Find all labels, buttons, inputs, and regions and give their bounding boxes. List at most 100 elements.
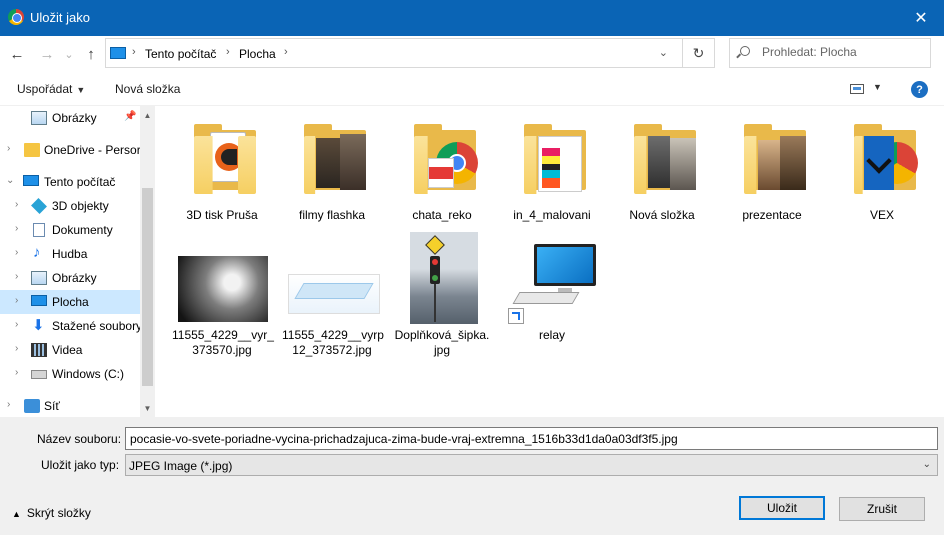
folder-icon (524, 122, 588, 194)
image-file-item[interactable]: 11555_4229__vyr_ 373570.jpg (172, 230, 274, 370)
search-icon (740, 46, 750, 56)
organize-button[interactable]: Uspořádat ▼ (17, 82, 85, 96)
file-name: 11555_4229__vyr_ 373570.jpg (172, 328, 274, 357)
file-name: filmy flashka (298, 208, 366, 222)
file-name: 11555_4229__vyrp 12_373572.jpg (282, 328, 384, 357)
address-bar[interactable]: › Tento počítač › Plocha › ⌄ ↻ (105, 38, 715, 68)
navigation-bar: ← → ⌄ ↑ › Tento počítač › Plocha › ⌄ ↻ (0, 36, 944, 72)
chevron-right-icon[interactable]: › (15, 199, 18, 210)
folder-item[interactable]: chata_reko (392, 110, 492, 230)
file-type-select[interactable]: JPEG Image (*.jpg) ⌄ (125, 454, 938, 476)
chevron-right-icon[interactable]: › (15, 271, 18, 282)
sidebar-item-onedrive[interactable]: › OneDrive - Persor (0, 138, 141, 162)
sidebar-item-label: Obrázky (52, 271, 97, 285)
sidebar-item-label: OneDrive - Persor (44, 143, 141, 157)
sidebar-item-music[interactable]: › ♪ Hudba (0, 242, 140, 266)
chevron-right-icon[interactable]: › (15, 367, 18, 378)
sidebar-item-documents[interactable]: › Dokumenty (0, 218, 140, 242)
navigation-pane[interactable]: Obrázky 📌 › OneDrive - Persor ⌄ Tento po… (0, 106, 155, 417)
close-button[interactable]: ✕ (898, 0, 944, 36)
back-button[interactable]: ← (6, 43, 28, 65)
forward-arrow-icon: → (39, 45, 55, 63)
filename-label: Název souboru: (37, 432, 122, 446)
shortcut-item[interactable]: relay (506, 230, 606, 370)
breadcrumb-this-pc[interactable]: Tento počítač (145, 47, 216, 61)
back-arrow-icon: ← (9, 45, 25, 63)
folder-item[interactable]: filmy flashka (282, 110, 382, 230)
desktop-icon (31, 295, 47, 306)
file-list[interactable]: 3D tisk Pruša filmy flashka chata_reko i… (156, 106, 944, 417)
sidebar-item-label: Síť (44, 399, 60, 413)
scroll-up-button[interactable]: ▲ (140, 108, 155, 123)
sidebar-item-network[interactable]: › Síť (0, 394, 140, 417)
breadcrumb-desktop[interactable]: Plocha (239, 47, 276, 61)
chevron-right-icon[interactable]: › (15, 223, 18, 234)
sidebar-item-videos[interactable]: › Videa (0, 338, 140, 362)
sidebar-item-desktop[interactable]: › Plocha (0, 290, 140, 314)
image-file-item[interactable]: Doplňková_šipka. jpg (392, 230, 492, 370)
view-options-caret[interactable]: ▼ (873, 82, 882, 92)
file-name: in_4_malovani (513, 208, 591, 222)
refresh-icon: ↻ (692, 44, 705, 61)
up-button[interactable]: ↑ (80, 43, 102, 65)
folder-item[interactable]: prezentace (722, 110, 822, 230)
search-input[interactable] (762, 45, 922, 59)
chevron-down-icon: ⌄ (658, 47, 668, 59)
computer-icon (23, 175, 39, 186)
search-box[interactable] (729, 38, 931, 68)
sidebar-item-label: Stažené soubory (52, 319, 143, 333)
sidebar-item-3d-objects[interactable]: › 3D objekty (0, 194, 140, 218)
forward-button[interactable]: → (36, 43, 58, 65)
sidebar-item-this-pc[interactable]: ⌄ Tento počítač (0, 170, 140, 194)
folder-item[interactable]: Nová složka (612, 110, 712, 230)
save-form: Název souboru: Uložit jako typ: JPEG Ima… (0, 417, 944, 535)
scrollbar-thumb[interactable] (142, 188, 153, 386)
chevron-right-icon[interactable]: › (15, 319, 18, 330)
file-name: prezentace (742, 208, 802, 222)
image-thumbnail (410, 232, 478, 324)
folder-item[interactable]: 3D tisk Pruša (172, 110, 272, 230)
address-dropdown[interactable]: ⌄ (659, 46, 668, 59)
folder-item[interactable]: in_4_malovani (502, 110, 602, 230)
filename-input[interactable] (125, 427, 938, 450)
chevron-down-icon: ⌄ (922, 459, 931, 470)
file-type-value: JPEG Image (*.jpg) (129, 459, 233, 473)
sidebar-item-drive-c[interactable]: › Windows (C:) (0, 362, 140, 386)
chevron-right-icon[interactable]: › (15, 295, 18, 306)
sidebar-item-label: Windows (C:) (52, 367, 125, 381)
hide-folders-button[interactable]: ▲ Skrýt složky (12, 506, 91, 520)
view-options-icon[interactable] (850, 84, 864, 94)
scroll-down-button[interactable]: ▼ (140, 401, 155, 416)
sidebar-item-pictures[interactable]: › Obrázky (0, 266, 140, 290)
sidebar-item-label: Hudba (52, 247, 88, 261)
chevron-right-icon[interactable]: › (7, 399, 10, 410)
sidebar-item-label: Videa (52, 343, 83, 357)
breadcrumb-separator: › (226, 46, 230, 58)
refresh-button[interactable]: ↻ (682, 39, 714, 67)
computer-icon (534, 244, 596, 286)
chevron-right-icon[interactable]: › (15, 247, 18, 258)
caret-down-icon: ▼ (76, 85, 86, 95)
organize-label: Uspořádat (17, 82, 73, 96)
sidebar-item-downloads[interactable]: › ⬇ Stažené soubory (0, 314, 143, 338)
file-name: Doplňková_šipka. jpg (394, 328, 490, 357)
videos-icon (31, 343, 47, 357)
save-button[interactable]: Uložit (739, 496, 825, 520)
file-type-label: Uložit jako typ: (41, 458, 120, 472)
new-folder-button[interactable]: Nová složka (115, 82, 180, 96)
chevron-down-icon[interactable]: ⌄ (6, 175, 14, 186)
sidebar-item-pictures-quick[interactable]: Obrázky 📌 (0, 106, 140, 130)
chevron-right-icon[interactable]: › (7, 143, 10, 154)
hide-folders-label: Skrýt složky (26, 506, 91, 520)
recent-locations-button[interactable]: ⌄ (58, 43, 80, 65)
help-button[interactable]: ? (911, 81, 928, 98)
cancel-button[interactable]: Zrušit (839, 497, 925, 521)
image-file-item[interactable]: 11555_4229__vyrp 12_373572.jpg (282, 230, 384, 370)
3d-objects-icon (31, 198, 47, 214)
chevron-right-icon[interactable]: › (15, 343, 18, 354)
file-name: Nová složka (629, 208, 695, 222)
folder-item[interactable]: VEX (832, 110, 932, 230)
folder-icon (744, 122, 808, 194)
file-name: chata_reko (412, 208, 472, 222)
image-thumbnail (178, 256, 268, 322)
